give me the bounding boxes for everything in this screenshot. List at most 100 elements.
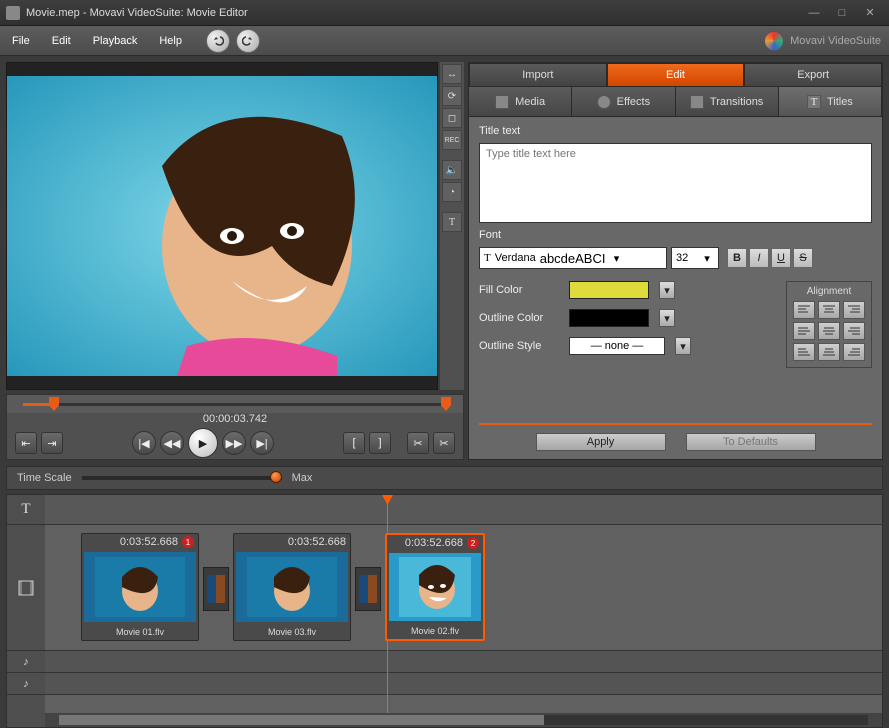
rewind-button[interactable]: ◀◀ (160, 431, 184, 455)
preview-tool-column: ↔ ⟳ ◻ REC 🔈 ◔ T (440, 62, 464, 390)
track-head-audio-1[interactable]: ♪ (7, 651, 45, 673)
skip-end-button[interactable]: ▶| (250, 431, 274, 455)
clip-3[interactable]: 0:03:52.6682 Movie 02.flv (385, 533, 485, 641)
maximize-button[interactable]: □ (829, 4, 855, 22)
title-text-input[interactable] (479, 143, 872, 223)
alignment-group: Alignment (786, 281, 872, 368)
to-defaults-button[interactable]: To Defaults (686, 433, 816, 451)
font-name-value: Verdana (495, 252, 536, 264)
align-bot-right[interactable] (843, 343, 865, 361)
align-mid-left[interactable] (793, 322, 815, 340)
align-top-center[interactable] (818, 301, 840, 319)
timeline-body[interactable]: 0:03:52.6681 Movie 01.flv 0:03:52.668 Mo… (45, 495, 882, 727)
time-scale-bar: Time Scale Max (6, 466, 883, 490)
mark-out-button[interactable]: ⇥ (41, 432, 63, 454)
clip-name: Movie 03.flv (234, 624, 350, 640)
outline-color-dropdown[interactable]: ▾ (659, 309, 675, 327)
subtab-transitions[interactable]: Transitions (676, 87, 779, 116)
align-mid-center[interactable] (818, 322, 840, 340)
media-icon (495, 95, 509, 109)
text-tool[interactable]: T (442, 212, 462, 232)
preview-image (7, 63, 437, 389)
bracket-right-button[interactable]: ] (369, 432, 391, 454)
tab-edit[interactable]: Edit (607, 63, 745, 87)
menu-playback[interactable]: Playback (89, 33, 142, 49)
timecode: 00:00:03.742 (7, 413, 463, 427)
fast-forward-button[interactable]: ▶▶ (222, 431, 246, 455)
font-family-select[interactable]: T Verdana abcdeABCI ▾ (479, 247, 667, 269)
font-size-select[interactable]: 32 ▾ (671, 247, 719, 269)
clip-2[interactable]: 0:03:52.668 Movie 03.flv (233, 533, 351, 641)
subtab-media-label: Media (515, 96, 545, 108)
tab-export[interactable]: Export (744, 63, 882, 87)
bold-button[interactable]: B (727, 248, 747, 268)
timeline-scrollbar[interactable] (45, 713, 882, 727)
menubar: File Edit Playback Help Movavi VideoSuit… (0, 26, 889, 56)
align-top-right[interactable] (843, 301, 865, 319)
clip-badge: 1 (182, 536, 194, 548)
clip-name: Movie 01.flv (82, 624, 198, 640)
rotate-tool[interactable]: ⟳ (442, 86, 462, 106)
seek-end-marker[interactable] (441, 397, 451, 411)
menu-edit[interactable]: Edit (48, 33, 75, 49)
menu-help[interactable]: Help (155, 33, 186, 49)
razor-button[interactable]: ✂ (433, 432, 455, 454)
outline-style-select[interactable]: — none — (569, 337, 665, 355)
tab-import[interactable]: Import (469, 63, 607, 87)
scrollbar-thumb[interactable] (59, 715, 544, 725)
brand-label: Movavi VideoSuite (790, 35, 881, 47)
play-button[interactable]: ▶ (188, 428, 218, 458)
outline-color-swatch[interactable] (569, 309, 649, 327)
outline-style-dropdown[interactable]: ▾ (675, 337, 691, 355)
transition-2[interactable] (355, 567, 381, 611)
subtab-effects-label: Effects (617, 96, 650, 108)
alignment-label: Alignment (793, 286, 865, 297)
clip-time: 0:03:52.668 (405, 537, 463, 549)
time-scale-knob[interactable] (270, 471, 282, 483)
align-top-left[interactable] (793, 301, 815, 319)
record-tool[interactable]: REC (442, 130, 462, 150)
subtab-titles[interactable]: TTitles (779, 87, 882, 116)
align-bot-left[interactable] (793, 343, 815, 361)
font-label: Font (479, 229, 872, 241)
transition-1[interactable] (203, 567, 229, 611)
underline-button[interactable]: U (771, 248, 791, 268)
track-head-video[interactable] (7, 525, 45, 651)
menu-file[interactable]: File (8, 33, 34, 49)
preview-viewport[interactable] (6, 62, 438, 390)
cut-button[interactable]: ✂ (407, 432, 429, 454)
fill-color-label: Fill Color (479, 284, 559, 296)
bracket-left-button[interactable]: [ (343, 432, 365, 454)
clip-1[interactable]: 0:03:52.6681 Movie 01.flv (81, 533, 199, 641)
redo-button[interactable] (236, 29, 260, 53)
subtab-media[interactable]: Media (469, 87, 572, 116)
track-head-audio-2[interactable]: ♪ (7, 673, 45, 695)
subtab-transitions-label: Transitions (710, 96, 763, 108)
transitions-icon (690, 95, 704, 109)
fill-color-swatch[interactable] (569, 281, 649, 299)
fill-color-dropdown[interactable]: ▾ (659, 281, 675, 299)
minimize-button[interactable]: — (801, 4, 827, 22)
seek-bar[interactable] (7, 395, 463, 413)
align-bot-center[interactable] (818, 343, 840, 361)
strike-button[interactable]: S (793, 248, 813, 268)
crop-tool[interactable]: ◻ (442, 108, 462, 128)
window-titlebar: Movie.mep - Movavi VideoSuite: Movie Edi… (0, 0, 889, 26)
time-scale-slider[interactable] (82, 476, 282, 480)
align-mid-right[interactable] (843, 322, 865, 340)
mark-in-button[interactable]: ⇤ (15, 432, 37, 454)
volume-tool[interactable]: 🔈 (442, 160, 462, 180)
time-scale-max-label: Max (292, 472, 313, 484)
seek-handle[interactable] (49, 397, 59, 411)
italic-button[interactable]: I (749, 248, 769, 268)
move-tool[interactable]: ↔ (442, 64, 462, 84)
apply-button[interactable]: Apply (536, 433, 666, 451)
subtab-effects[interactable]: Effects (572, 87, 675, 116)
track-head-title[interactable]: T (7, 495, 45, 525)
close-button[interactable]: ✕ (857, 4, 883, 22)
history-tool[interactable]: ◔ (442, 182, 462, 202)
clip-badge: 2 (467, 537, 479, 549)
undo-button[interactable] (206, 29, 230, 53)
outline-style-value: — none — (591, 340, 644, 352)
skip-start-button[interactable]: |◀ (132, 431, 156, 455)
